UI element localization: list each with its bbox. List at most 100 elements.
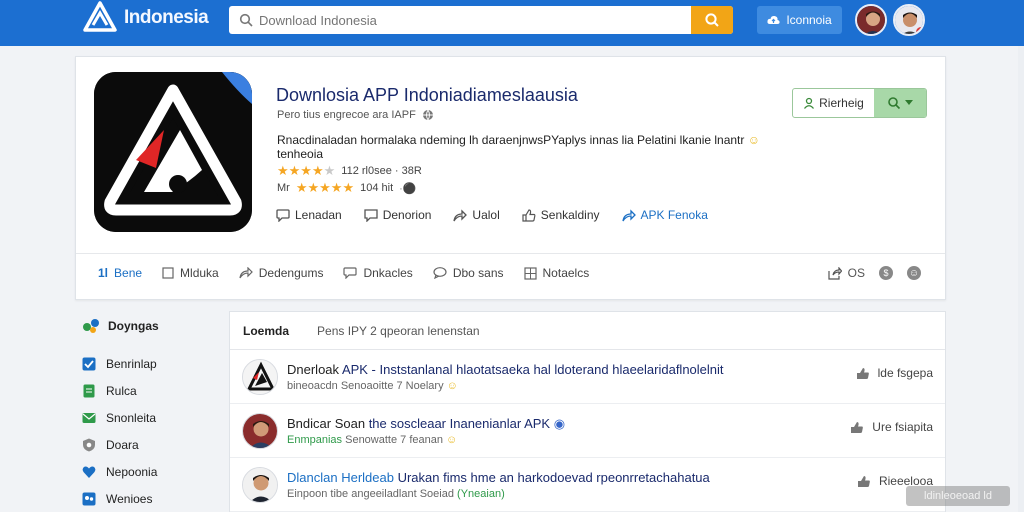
post-author[interactable]: Bndicar Soan [287, 416, 365, 431]
sidebar-item-nepoonia[interactable]: Nepoonia [82, 458, 222, 485]
post-like-label: lde fsgepa [877, 366, 933, 380]
brand-logo[interactable]: Indonesia [82, 0, 209, 36]
post-like-button[interactable]: lde fsgepa [856, 366, 933, 380]
sidebar-item-wenioes[interactable]: Wenioes [82, 485, 222, 512]
sidebar-list: Benrinlap Rulca Snonleita Doara Nepoonia… [82, 350, 222, 512]
feed-post[interactable]: Dlanclan Herldeab Urakan fims hme an har… [230, 458, 945, 512]
sidebar-item-benrinlap[interactable]: Benrinlap [82, 350, 222, 377]
rating-row-secondary: Mr ★★★★★ 104 hit ·⚫ [277, 180, 417, 196]
post-meta-highlight: (Yneaian) [457, 488, 505, 500]
post-title-text: APK - Inststanlanal hlaotatsaeka hal ldo… [341, 362, 724, 377]
info-icon[interactable]: $ [879, 266, 893, 280]
group-icon [82, 492, 96, 505]
post-title: Dlanclan Herldeab Urakan fims hme an har… [287, 470, 710, 485]
tab-label: Dbo sans [452, 266, 504, 280]
sidebar-item-label: Rulca [106, 383, 137, 398]
sidebar-item-rulca[interactable]: Rulca [82, 377, 222, 404]
sidebar-item-label: Nepoonia [106, 464, 158, 479]
app-subtitle: Pero tius engrecoe ara IAPF [277, 109, 434, 121]
tab-dnkacles[interactable]: Dnkacles [343, 266, 413, 280]
tab-label: Dnkacles [363, 266, 413, 280]
tab-bene[interactable]: 1l Bene [98, 266, 142, 280]
tab-dedengums[interactable]: Dedengums [239, 266, 323, 280]
action-label: Ualol [472, 208, 500, 222]
feed-post[interactable]: Bndicar Soan the soscleaar Inanenianlar … [230, 404, 945, 458]
avatar-image [243, 468, 277, 502]
app-description: Rnacdinaladan hormalaka ndeming lh darae… [277, 133, 777, 161]
post-author[interactable]: Dnerloak [287, 362, 339, 377]
feed-tabs: Loemda Pens IPY 2 qpeoran lenenstan [230, 312, 945, 350]
post-meta: Enmpanias Senowatte 7 feanan ☺ [287, 434, 457, 446]
search-input[interactable] [229, 6, 691, 34]
smile-emoji-icon: ☺ [747, 133, 760, 147]
emoji-icon[interactable]: ☺ [907, 266, 921, 280]
shield-icon [83, 438, 95, 451]
avatar-image [857, 6, 885, 34]
post-like-button[interactable]: Ure fsiapita [850, 420, 933, 434]
sidebar-item-doara[interactable]: Doara [82, 431, 222, 458]
sidebar-item-snonleita[interactable]: Snonleita [82, 404, 222, 431]
rating-stars: ★★★★★ [277, 163, 336, 178]
sidebar-item-label: Benrinlap [106, 356, 157, 371]
action-label: Denorion [382, 208, 432, 222]
action-apk-link[interactable]: APK Fenoka [621, 208, 708, 222]
post-meta-highlight: Senowatte 7 feanan [345, 434, 443, 446]
sidebar-title: Doyngas [108, 319, 159, 333]
post-meta-text: bineoacdn [287, 380, 338, 392]
user-icon [804, 97, 815, 109]
chevron-down-icon [905, 100, 913, 105]
action-share[interactable]: Ualol [453, 208, 500, 222]
tab-dbo-sans[interactable]: Dbo sans [433, 266, 504, 280]
page-scrollbar[interactable] [1018, 46, 1024, 512]
post-title: Bndicar Soan the soscleaar Inanenianlar … [287, 416, 565, 432]
share-arrow-icon [621, 208, 636, 221]
friend-avatar[interactable] [893, 4, 925, 36]
feed-tab-active[interactable]: Loemda [243, 324, 289, 338]
install-button[interactable]: Rierheig [793, 89, 874, 117]
app-actions: Lenadan Denorion Ualol Senkaldiny APK Fe… [276, 208, 730, 222]
search-button[interactable] [691, 6, 733, 34]
more-dots-icon[interactable]: ·⚫ [399, 182, 416, 195]
share-count: OS [847, 266, 865, 280]
globe-emoji-icon: ◉ [553, 416, 566, 431]
rating-row-primary: ★★★★★ 112 rl0see · 38R [277, 163, 422, 179]
bar-chart-icon: 1l [98, 266, 109, 280]
action-download[interactable]: Denorion [364, 208, 432, 222]
install-label: Rierheig [819, 96, 864, 110]
post-author[interactable]: Dlanclan Herldeab [287, 470, 394, 485]
sidebar-item-label: Wenioes [106, 491, 153, 506]
action-like[interactable]: Senkaldiny [522, 208, 600, 222]
user-avatar[interactable] [855, 4, 887, 36]
feed-tab-other[interactable]: Pens IPY 2 qpeoran lenenstan [317, 324, 480, 338]
thumbs-up-icon [857, 475, 870, 487]
check-box-icon [82, 357, 96, 370]
sidebar-header: Doyngas [82, 316, 222, 336]
rating-stars: ★★★★★ [295, 180, 355, 195]
sidebar-item-label: Snonleita [106, 410, 157, 425]
login-button[interactable]: Iconnoia [757, 6, 842, 34]
tab-notaelcs[interactable]: Notaelcs [523, 266, 589, 280]
post-avatar[interactable] [242, 467, 278, 503]
app-tabs: 1l Bene Mlduka Dedengums Dnkacles Dbo sa… [98, 266, 609, 280]
share-button[interactable]: OS [828, 266, 865, 280]
action-label: Lenadan [295, 208, 342, 222]
app-logo-icon [243, 360, 277, 394]
grid-icon [523, 266, 537, 280]
post-avatar[interactable] [242, 359, 278, 395]
feed-post[interactable]: Dnerloak APK - Inststanlanal hlaotatsaek… [230, 350, 945, 404]
app-logo-icon [94, 72, 252, 232]
action-label: Senkaldiny [540, 208, 600, 222]
document-icon [83, 384, 95, 397]
post-meta-highlight: Senoaoitte 7 Noelary [340, 380, 444, 392]
search-button-icon [705, 13, 719, 27]
tab-mlduka[interactable]: Mlduka [162, 266, 219, 280]
app-description-tail: tenheoia [277, 147, 324, 161]
thumbs-up-icon [856, 367, 869, 379]
post-like-label: Ure fsiapita [872, 420, 933, 434]
action-comment[interactable]: Lenadan [276, 208, 342, 222]
sidebar: Doyngas Benrinlap Rulca Snonleita Doara … [82, 316, 222, 512]
app-icon [94, 72, 252, 232]
install-dropdown[interactable] [874, 89, 926, 117]
post-avatar[interactable] [242, 413, 278, 449]
smile-emoji-icon: ☺ [446, 380, 458, 392]
